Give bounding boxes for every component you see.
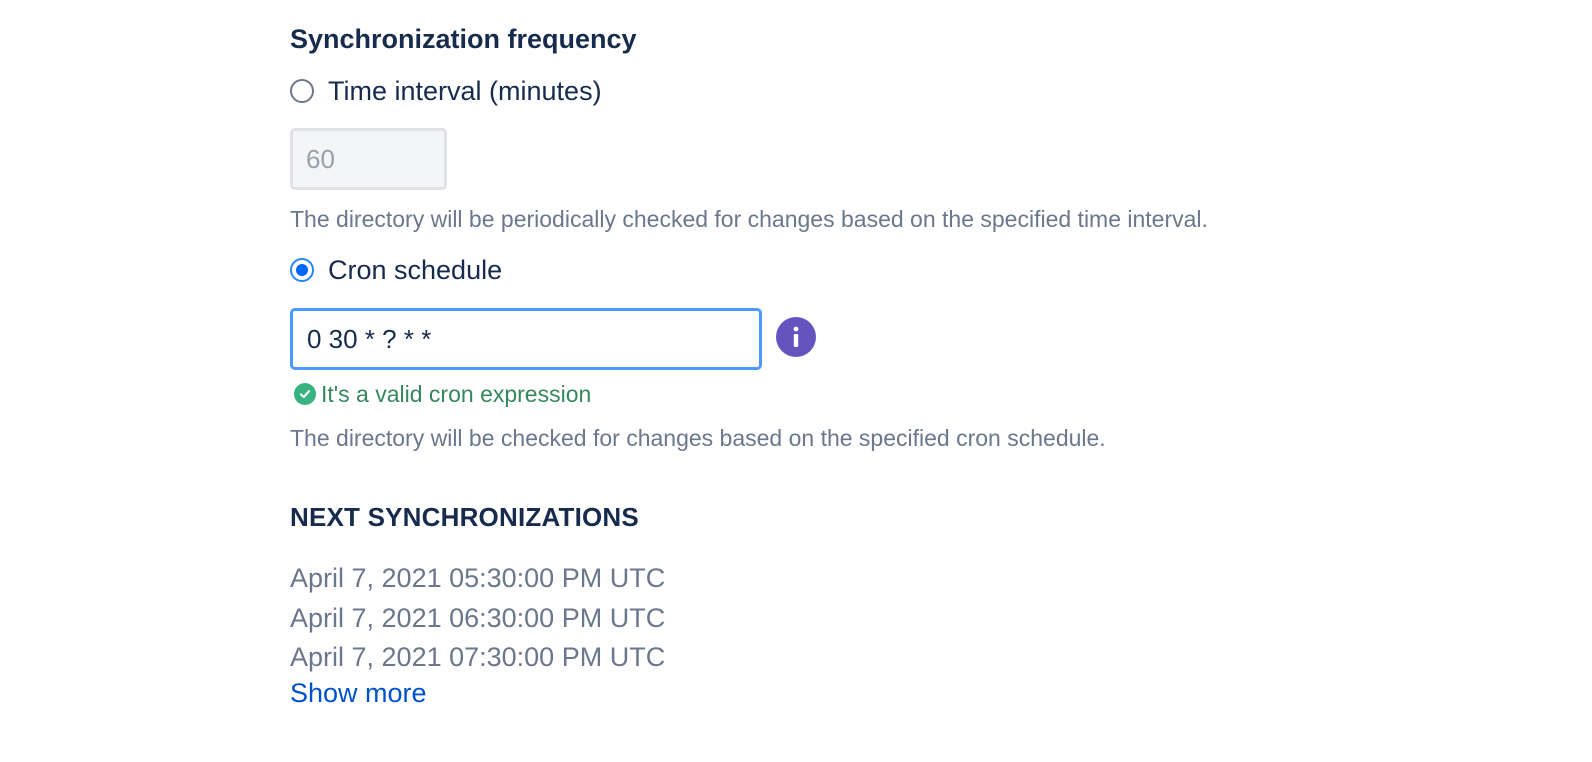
check-circle-icon (294, 383, 316, 405)
info-icon[interactable] (776, 317, 816, 357)
cron-validation-message: It's a valid cron expression (294, 380, 591, 408)
cron-schedule-label: Cron schedule (328, 254, 503, 285)
show-more-link[interactable]: Show more (290, 678, 427, 709)
section-title: Synchronization frequency (290, 24, 637, 54)
time-interval-radio[interactable] (290, 79, 314, 103)
info-glyph (793, 326, 799, 347)
time-interval-label: Time interval (minutes) (328, 75, 602, 106)
cron-schedule-radio[interactable] (290, 258, 314, 282)
cron-schedule-option[interactable]: Cron schedule (290, 252, 502, 288)
time-interval-help: The directory will be periodically check… (290, 206, 1208, 232)
list-item: April 7, 2021 07:30:00 PM UTC (290, 642, 666, 672)
time-interval-option[interactable]: Time interval (minutes) (290, 73, 602, 109)
list-item: April 7, 2021 06:30:00 PM UTC (290, 602, 666, 633)
time-interval-input (290, 128, 447, 190)
list-item: April 7, 2021 05:30:00 PM UTC (290, 563, 666, 593)
cron-expression-input[interactable] (290, 308, 762, 370)
next-synchronizations-list: April 7, 2021 05:30:00 PM UTC April 7, 2… (290, 560, 665, 679)
cron-schedule-help: The directory will be checked for change… (290, 425, 1106, 451)
next-synchronizations-title: NEXT SYNCHRONIZATIONS (290, 502, 639, 532)
validation-text: It's a valid cron expression (321, 380, 592, 407)
